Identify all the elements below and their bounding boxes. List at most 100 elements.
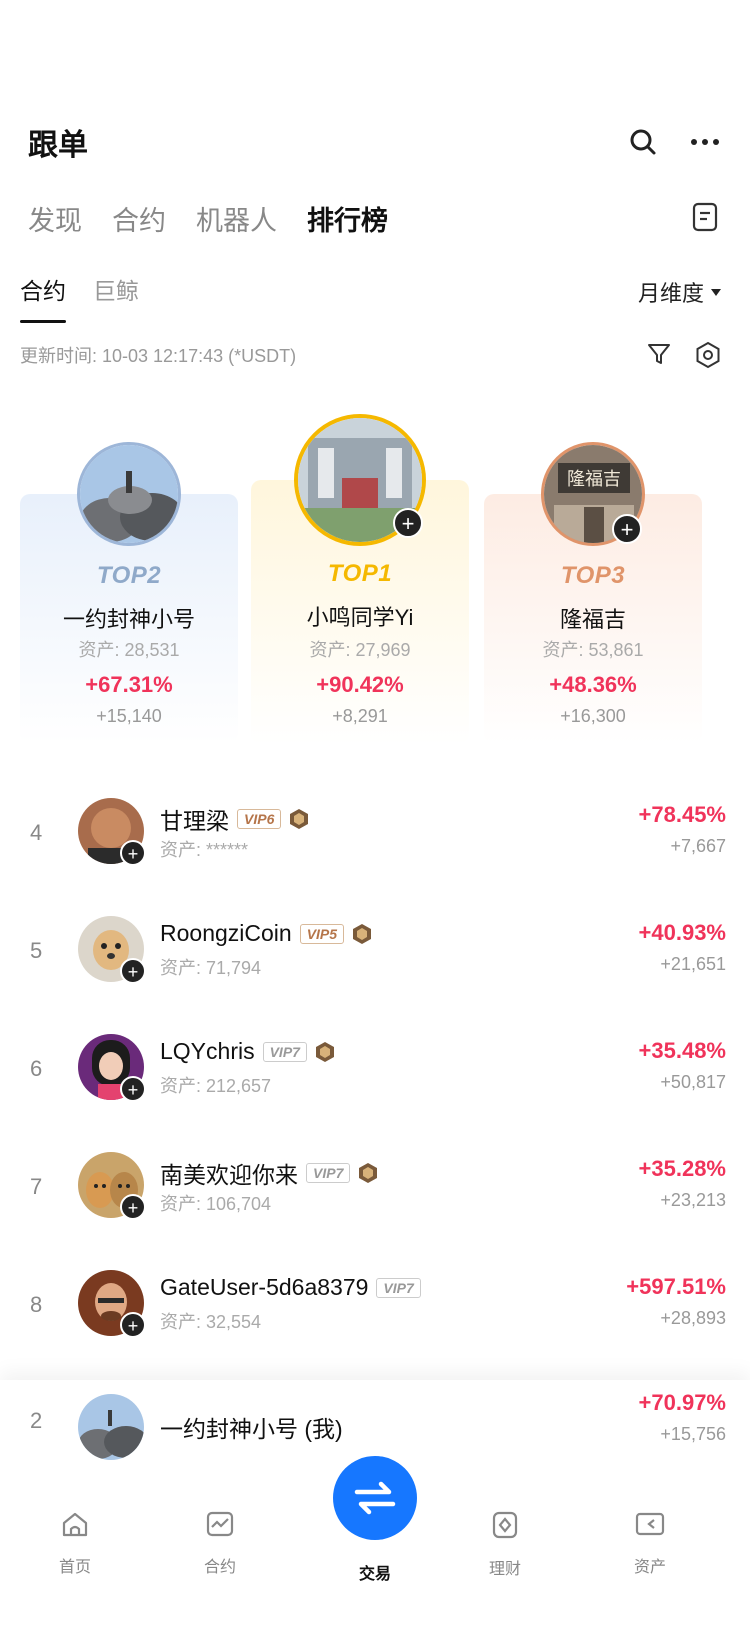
home-icon (62, 1512, 88, 1537)
bottom-tab-bar: 首页 合约 交易 理财 资产 (0, 1456, 750, 1630)
more-icon[interactable] (688, 125, 722, 159)
trader-name: RoongziCoin (160, 920, 292, 946)
rank-label: TOP3 (560, 562, 626, 589)
return-percent: +48.36% (549, 672, 637, 697)
trader-assets: 资产: 212,657 (160, 1076, 272, 1096)
podium-card-top2[interactable]: TOP2 一约封神小号 资产: 28,531 +67.31% +15,140 (20, 442, 238, 744)
medal-icon (290, 809, 309, 829)
nav-trade[interactable] (333, 1456, 417, 1540)
rank-number: 7 (30, 1174, 43, 1199)
return-percent: +35.28% (638, 1156, 726, 1181)
follow-button[interactable]: + (612, 514, 642, 544)
podium-card-top1[interactable]: + TOP1 小鸣同学Yi 资产: 27,969 +90.42% +8,291 (251, 414, 469, 744)
trader-name: GateUser-5d6a8379 (160, 1274, 369, 1300)
nav-finance[interactable]: 理财 (455, 1510, 555, 1579)
tab-contract[interactable]: 合约 (112, 199, 166, 238)
rank-number: 2 (30, 1408, 43, 1433)
header-actions (626, 125, 722, 159)
profit-amount: +7,667 (670, 836, 726, 856)
profit-amount: +28,893 (660, 1308, 726, 1328)
rank-number: 5 (30, 938, 43, 963)
profit-amount: +8,291 (332, 706, 388, 726)
filter-icon[interactable] (646, 341, 672, 367)
profit-amount: +50,817 (660, 1072, 726, 1092)
podium-card-top3[interactable]: 隆福吉 + TOP3 隆福吉 资产: 53,861 +48.36% +16,30… (484, 442, 702, 744)
return-percent: +67.31% (85, 672, 173, 697)
period-label: 月维度 (637, 281, 704, 306)
trader-assets: 资产: 106,704 (160, 1194, 272, 1214)
return-percent: +90.42% (316, 672, 404, 697)
nav-label: 理财 (488, 1561, 521, 1578)
trader-name: 南美欢迎你来 (160, 1162, 298, 1188)
profit-amount: +23,213 (660, 1190, 726, 1210)
vip-badge: VIP6 (237, 809, 282, 829)
medal-icon (359, 1163, 378, 1183)
trader-assets: 资产: ****** (160, 840, 249, 860)
list-item[interactable]: 7 + 南美欢迎你来 VIP7 资产: 106,704 +35.28% +23,… (0, 1136, 750, 1254)
trader-name: 一约封神小号 (62, 607, 195, 632)
avatar[interactable] (78, 1394, 144, 1460)
list-item[interactable]: 5 + RoongziCoin VIP5 资产: 71,794 +40.93% … (0, 900, 750, 1018)
list-item[interactable]: 6 + LQYchris VIP7 资产: 212,657 +35.48% +5… (0, 1018, 750, 1136)
subtab-whale[interactable]: 巨鲸 (93, 272, 139, 306)
nav-contract[interactable]: 合约 (170, 1510, 270, 1577)
tab-leaderboard[interactable]: 排行榜 (307, 199, 388, 238)
list-item[interactable]: 4 + 甘理梁 VIP6 资产: ****** +78.45% +7,667 (0, 782, 750, 900)
subtab-contract[interactable]: 合约 (20, 272, 66, 306)
follow-button[interactable]: + (120, 1076, 146, 1102)
rank-number: 6 (30, 1056, 43, 1081)
vip-badge: VIP7 (262, 1041, 307, 1062)
return-percent: +70.97% (638, 1390, 726, 1415)
trader-name: 一约封神小号 (我) (160, 1416, 343, 1442)
nav-trade-label: 交易 (358, 1566, 391, 1583)
tab-bot[interactable]: 机器人 (196, 199, 277, 238)
period-dropdown[interactable]: 月维度 (638, 276, 722, 308)
update-time: 更新时间: 10-03 12:17:43 (*USDT) (20, 346, 297, 366)
assets-icon (635, 1512, 665, 1536)
trader-assets: 资产: 71,794 (160, 958, 262, 978)
caret-down-icon (711, 289, 721, 296)
profit-amount: +15,756 (660, 1424, 726, 1444)
follow-button[interactable]: + (120, 1312, 146, 1338)
trader-assets: 资产: 28,531 (78, 640, 180, 660)
swap-icon (354, 1481, 396, 1515)
vip-badge: VIP5 (299, 923, 345, 944)
document-icon[interactable] (692, 202, 718, 237)
avatar[interactable] (77, 442, 181, 546)
main-tabs: 发现 合约 机器人 排行榜 (28, 190, 722, 246)
rank-label: TOP2 (96, 562, 162, 589)
nav-label: 资产 (633, 1559, 666, 1576)
follow-button[interactable]: + (120, 958, 146, 984)
rank-number: 8 (30, 1292, 43, 1317)
medal-icon (353, 923, 372, 944)
settings-icon[interactable] (694, 341, 722, 369)
trader-name: 小鸣同学Yi (306, 605, 414, 630)
page-header: 跟单 (28, 112, 722, 172)
return-percent: +597.51% (626, 1274, 726, 1299)
sub-tabs: 合约 巨鲸 月维度 (20, 272, 722, 324)
trader-name: LQYchris (160, 1038, 255, 1064)
contract-icon (206, 1511, 234, 1537)
trader-assets: 资产: 53,861 (542, 640, 644, 660)
avatar-sign-text: 隆福吉 (567, 469, 621, 490)
return-percent: +40.93% (638, 920, 726, 945)
tab-discover[interactable]: 发现 (28, 199, 82, 238)
nav-label: 首页 (58, 1559, 91, 1576)
nav-label: 合约 (203, 1559, 236, 1576)
profit-amount: +21,651 (660, 954, 726, 974)
follow-button[interactable]: + (393, 508, 423, 538)
return-percent: +78.45% (638, 802, 726, 827)
medal-icon (315, 1041, 334, 1062)
profit-amount: +15,140 (96, 706, 162, 726)
nav-assets[interactable]: 资产 (600, 1510, 700, 1577)
nav-home[interactable]: 首页 (25, 1510, 125, 1577)
trader-name: 隆福吉 (559, 607, 626, 632)
trader-assets: 资产: 32,554 (160, 1312, 262, 1332)
search-icon[interactable] (626, 125, 660, 159)
list-item[interactable]: 8 + GateUser-5d6a8379 VIP7 资产: 32,554 +5… (0, 1254, 750, 1372)
rank-number: 4 (30, 820, 43, 845)
follow-button[interactable]: + (120, 1194, 146, 1220)
follow-button[interactable]: + (120, 840, 146, 866)
vip-badge: VIP7 (306, 1163, 351, 1183)
update-row: 更新时间: 10-03 12:17:43 (*USDT) (20, 340, 722, 370)
